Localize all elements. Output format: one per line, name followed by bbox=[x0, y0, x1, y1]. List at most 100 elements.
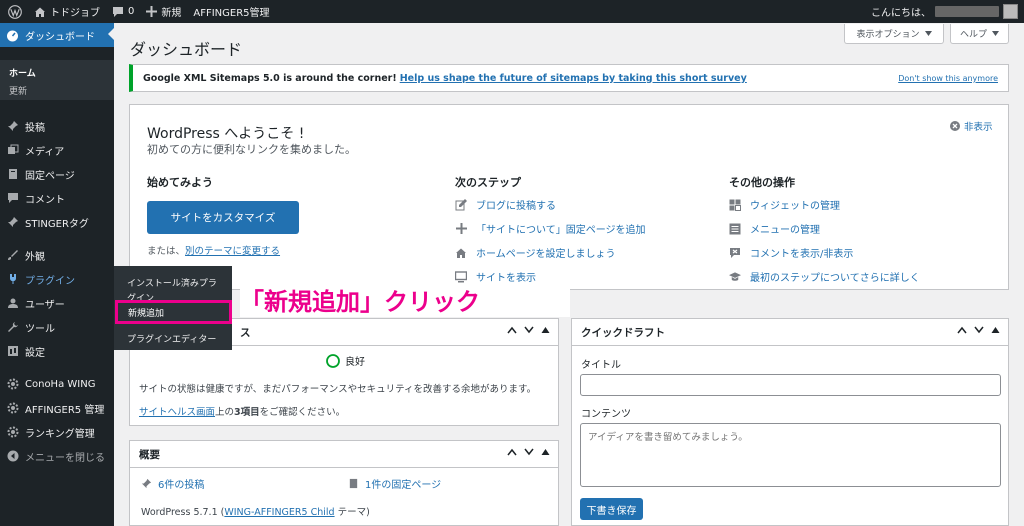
action-label: ウィジェットの管理 bbox=[750, 201, 840, 212]
dismiss-label: 非表示 bbox=[964, 122, 993, 133]
plus-icon bbox=[455, 223, 467, 234]
quick-draft-header: クイックドラフト bbox=[572, 319, 1008, 346]
action-label: コメントを表示/非表示 bbox=[750, 249, 854, 260]
welcome-title: WordPress へようこそ ! bbox=[147, 126, 305, 142]
home-icon bbox=[456, 248, 466, 258]
next-step-set-homepage[interactable]: ホームページを設定しましょう bbox=[455, 245, 616, 260]
notice-dismiss-link[interactable]: Don't show this anymore bbox=[898, 74, 998, 83]
chevron-down-icon[interactable] bbox=[974, 326, 984, 334]
sidebar-item-stinger-tags[interactable]: STINGERタグ bbox=[0, 211, 114, 233]
sidebar-item-media[interactable]: メディア bbox=[0, 139, 114, 161]
username-redacted bbox=[935, 6, 999, 17]
theme-link[interactable]: WING-AFFINGER5 Child bbox=[224, 507, 334, 518]
screen-options-label: 表示オプション bbox=[856, 30, 920, 40]
sidebar-item-label: メニューを閉じる bbox=[25, 452, 105, 464]
chevron-up-icon[interactable] bbox=[507, 326, 517, 334]
toggle-triangle-icon[interactable] bbox=[541, 448, 550, 456]
quick-draft-title: クイックドラフト bbox=[581, 326, 665, 339]
avatar bbox=[1003, 4, 1018, 19]
wordpress-logo-button[interactable] bbox=[0, 0, 28, 23]
settings-icon bbox=[7, 346, 18, 356]
chevron-down-icon[interactable] bbox=[524, 448, 534, 456]
gear-icon bbox=[7, 378, 18, 390]
site-name: トドジョブ bbox=[50, 8, 100, 19]
sidebar-item-appearance[interactable]: 外観 bbox=[0, 244, 114, 266]
flyout-item-plugin-editor[interactable]: プラグインエディター bbox=[127, 332, 216, 345]
graduation-cap-icon bbox=[729, 271, 741, 281]
media-icon bbox=[7, 144, 18, 154]
admin-bar: トドジョブ 0 新規 AFFINGER5管理 こんにちは、 bbox=[0, 0, 1024, 23]
help-button[interactable]: ヘルプ bbox=[950, 24, 1009, 44]
action-manage-menus[interactable]: メニューの管理 bbox=[729, 221, 820, 236]
health-status: 良好 bbox=[326, 353, 365, 368]
wp-version-line: WordPress 5.7.1 (WING-AFFINGER5 Child テー… bbox=[141, 504, 370, 518]
draft-title-input[interactable] bbox=[580, 374, 1001, 396]
sidebar-subitem-home[interactable]: ホーム bbox=[9, 66, 36, 79]
theme-suffix: テーマ) bbox=[334, 507, 370, 518]
sidebar-item-conoha-wing[interactable]: ConoHa WING bbox=[0, 373, 114, 395]
my-account[interactable]: こんにちは、 bbox=[871, 4, 1024, 19]
chevron-down-icon[interactable] bbox=[524, 326, 534, 334]
glance-pages-link[interactable]: 1件の固定ページ bbox=[348, 476, 441, 491]
sidebar-item-plugins[interactable]: プラグイン bbox=[0, 268, 114, 290]
survey-link[interactable]: Help us shape the future of sitemaps by … bbox=[400, 73, 747, 84]
notice-text: Google XML Sitemaps 5.0 is around the co… bbox=[143, 72, 397, 84]
site-name-link[interactable]: トドジョブ bbox=[28, 0, 106, 23]
sidebar-item-ranking[interactable]: ランキング管理 bbox=[0, 421, 114, 443]
sidebar-collapse-button[interactable]: メニューを閉じる bbox=[0, 445, 114, 467]
next-step-add-about-page[interactable]: 「サイトについて」固定ページを追加 bbox=[455, 221, 646, 236]
action-label: 最初のステップについてさらに詳しく bbox=[750, 273, 920, 284]
new-content-link[interactable]: 新規 bbox=[140, 0, 187, 23]
sidebar-item-label: プラグイン bbox=[25, 275, 75, 287]
flyout-item-label: インストール済みプラ bbox=[127, 279, 217, 289]
monitor-icon bbox=[455, 270, 467, 282]
home-icon bbox=[35, 7, 45, 17]
change-theme-link[interactable]: 別のテーマに変更する bbox=[185, 246, 280, 257]
action-toggle-comments[interactable]: コメントを表示/非表示 bbox=[729, 245, 853, 260]
sidebar-item-tools[interactable]: ツール bbox=[0, 316, 114, 338]
action-manage-widgets[interactable]: ウィジェットの管理 bbox=[729, 197, 840, 212]
pushpin-icon bbox=[7, 121, 18, 131]
sidebar-item-posts[interactable]: 投稿 bbox=[0, 115, 114, 137]
gear-icon bbox=[7, 426, 18, 438]
dashboard-gauge-icon bbox=[7, 30, 18, 41]
sidebar-item-dashboard[interactable]: ダッシュボード bbox=[0, 23, 114, 47]
next-step-view-site[interactable]: サイトを表示 bbox=[455, 269, 536, 284]
glance-posts-link[interactable]: 6件の投稿 bbox=[141, 476, 204, 491]
flyout-item-add-new[interactable]: 新規追加 bbox=[115, 300, 232, 324]
site-health-link[interactable]: サイトヘルス画面 bbox=[139, 407, 215, 418]
sidebar-item-users[interactable]: ユーザー bbox=[0, 292, 114, 314]
sidebar-subitem-updates[interactable]: 更新 bbox=[9, 84, 27, 97]
save-draft-button[interactable]: 下書き保存 bbox=[580, 498, 643, 520]
next-step-label: ホームページを設定しましょう bbox=[476, 249, 616, 260]
glance-title: 概要 bbox=[139, 448, 160, 461]
welcome-dismiss-link[interactable]: 非表示 bbox=[950, 119, 993, 133]
sidebar-item-comments[interactable]: コメント bbox=[0, 187, 114, 209]
sidebar-item-affinger5[interactable]: AFFINGER5 管理 bbox=[0, 397, 114, 419]
comments-link[interactable]: 0 bbox=[106, 0, 140, 23]
toggle-triangle-icon[interactable] bbox=[991, 326, 1000, 334]
page-title: ダッシュボード bbox=[130, 40, 243, 59]
sidebar-item-pages[interactable]: 固定ページ bbox=[0, 163, 114, 185]
pushpin-icon bbox=[141, 478, 152, 489]
sidebar-item-settings[interactable]: 設定 bbox=[0, 340, 114, 362]
welcome-subtitle: 初めての方に便利なリンクを集めました。 bbox=[147, 143, 356, 156]
action-learn-more[interactable]: 最初のステップについてさらに詳しく bbox=[729, 269, 920, 284]
collapse-arrow-icon bbox=[7, 450, 18, 462]
status-good-ring-icon bbox=[326, 353, 340, 368]
wordpress-logo-icon bbox=[8, 4, 22, 19]
draft-content-textarea[interactable] bbox=[580, 423, 1001, 487]
chevron-up-icon[interactable] bbox=[957, 326, 967, 334]
comment-off-icon bbox=[730, 247, 740, 258]
sidebar-item-label: ユーザー bbox=[25, 299, 65, 311]
paintbrush-icon bbox=[7, 250, 18, 260]
customize-site-button[interactable]: サイトをカスタマイズ bbox=[147, 201, 299, 234]
affinger-admin-link[interactable]: AFFINGER5管理 bbox=[187, 0, 275, 23]
next-step-write-post[interactable]: ブログに投稿する bbox=[455, 197, 556, 212]
health-status-label: 良好 bbox=[345, 357, 365, 368]
toggle-triangle-icon[interactable] bbox=[541, 326, 550, 334]
draft-content-label: コンテンツ bbox=[581, 409, 631, 420]
chevron-up-icon[interactable] bbox=[507, 448, 517, 456]
screen-options-button[interactable]: 表示オプション bbox=[844, 24, 944, 44]
health-description: サイトの状態は健康ですが、まだパフォーマンスやセキュリティを改善する余地がありま… bbox=[139, 384, 537, 395]
